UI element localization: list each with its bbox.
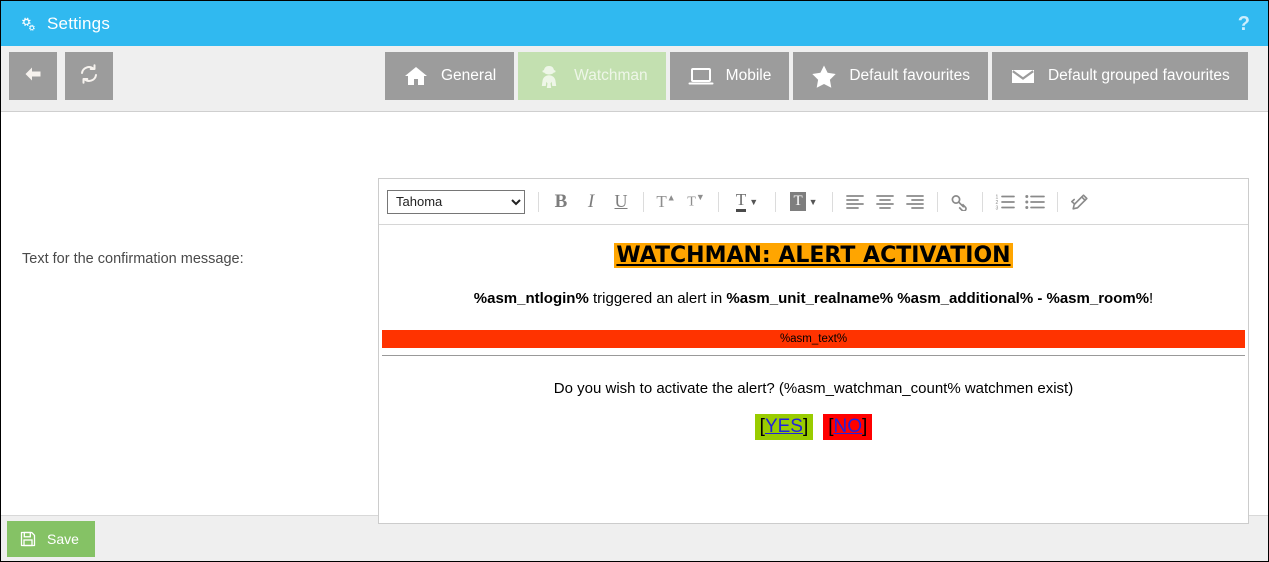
align-right-button[interactable] <box>900 187 930 217</box>
tab-general-label: General <box>441 67 497 84</box>
document-alert-line: %asm_ntlogin% triggered an alert in %asm… <box>381 290 1246 307</box>
window-title: Settings <box>47 13 111 33</box>
editor-content-area[interactable]: WATCHMAN: ALERT ACTIVATION %asm_ntlogin%… <box>379 225 1248 523</box>
bullet-list-icon <box>1025 194 1045 209</box>
tab-default-favourites[interactable]: Default favourites <box>793 52 988 100</box>
align-right-icon <box>906 194 924 209</box>
save-button-label: Save <box>47 531 79 547</box>
yes-link[interactable]: YES <box>765 416 803 437</box>
underline-button[interactable]: U <box>606 187 636 217</box>
action-toolbar: General Watchman Mobile Default favourit… <box>1 46 1268 112</box>
font-family-select[interactable]: Tahoma <box>387 189 525 214</box>
subscript-icon: T▼ <box>687 192 705 210</box>
clean-format-button[interactable] <box>1065 187 1095 217</box>
highlight-color-button[interactable]: T ▼ <box>783 187 825 217</box>
placeholder-unit-details: %asm_unit_realname% %asm_additional% - %… <box>726 290 1150 307</box>
spy-icon <box>536 63 562 89</box>
alert-text-bar: %asm_text% <box>382 330 1245 348</box>
tab-default-grouped-favourites-label: Default grouped favourites <box>1047 67 1230 84</box>
settings-tabs: General Watchman Mobile Default favourit… <box>385 52 1248 100</box>
numbered-list-icon: 1 2 3 <box>996 194 1015 210</box>
toolbar-divider <box>832 191 833 212</box>
rich-text-editor: Tahoma B I U T▲ T▼ T ▼ T ▼ 1 2 3 WATCHMA… <box>378 178 1249 524</box>
toolbar-divider <box>643 191 644 212</box>
document-title: WATCHMAN: ALERT ACTIVATION <box>381 243 1246 268</box>
refresh-icon <box>77 62 101 91</box>
tab-mobile-label: Mobile <box>725 67 772 84</box>
settings-body: Text for the confirmation message: Tahom… <box>1 112 1268 524</box>
envelope-icon <box>1010 63 1036 89</box>
link-button[interactable] <box>945 187 975 217</box>
floppy-disk-icon <box>19 530 37 548</box>
toolbar-divider <box>937 191 938 212</box>
superscript-icon: T▲ <box>656 191 676 211</box>
underline-icon: U <box>614 191 628 211</box>
unordered-list-button[interactable] <box>1020 187 1050 217</box>
tab-watchman-label: Watchman <box>574 67 648 84</box>
align-center-button[interactable] <box>870 187 900 217</box>
yes-button[interactable]: [YES] <box>754 414 814 440</box>
laptop-icon <box>688 63 714 89</box>
tab-general[interactable]: General <box>385 52 515 100</box>
chevron-down-icon: ▼ <box>749 196 759 207</box>
toolbar-divider <box>775 191 776 212</box>
yes-bracket-close: ] <box>802 416 809 437</box>
no-bracket-close: ] <box>862 416 868 437</box>
toolbar-divider <box>538 191 539 212</box>
document-title-text: WATCHMAN: ALERT ACTIVATION <box>614 243 1013 268</box>
gears-icon <box>17 14 37 34</box>
tab-default-grouped-favourites[interactable]: Default grouped favourites <box>991 52 1248 100</box>
pencil-code-icon <box>1071 193 1088 210</box>
star-icon <box>811 63 837 89</box>
chevron-down-icon: ▼ <box>808 196 818 207</box>
toolbar-divider <box>718 191 719 212</box>
tab-watchman[interactable]: Watchman <box>518 52 666 100</box>
editor-toolbar: Tahoma B I U T▲ T▼ T ▼ T ▼ 1 2 3 <box>379 179 1248 225</box>
tab-mobile[interactable]: Mobile <box>669 52 790 100</box>
bold-icon: B <box>554 190 568 212</box>
text-color-icon: T <box>735 191 747 212</box>
document-divider <box>382 355 1245 356</box>
highlight-color-icon: T <box>790 192 806 211</box>
placeholder-ntlogin: %asm_ntlogin% <box>473 290 589 307</box>
alert-line-middle: triggered an alert in <box>588 290 727 307</box>
no-link[interactable]: NO <box>834 416 863 437</box>
align-left-icon <box>846 194 864 209</box>
toolbar-divider <box>982 191 983 212</box>
italic-button[interactable]: I <box>576 187 606 217</box>
document-question: Do you wish to activate the alert? (%asm… <box>553 380 1074 397</box>
alert-line-exclamation: ! <box>1149 290 1154 307</box>
title-bar: Settings ? <box>1 1 1268 46</box>
text-color-button[interactable]: T ▼ <box>726 187 768 217</box>
home-icon <box>403 63 429 89</box>
arrow-left-icon <box>21 62 45 91</box>
save-button[interactable]: Save <box>7 521 95 557</box>
confirmation-message-label: Text for the confirmation message: <box>22 251 244 267</box>
superscript-button[interactable]: T▲ <box>651 187 681 217</box>
refresh-button[interactable] <box>65 52 113 100</box>
help-icon[interactable]: ? <box>1238 14 1250 34</box>
italic-icon: I <box>587 190 595 212</box>
align-left-button[interactable] <box>840 187 870 217</box>
align-center-icon <box>876 194 894 209</box>
bold-button[interactable]: B <box>546 187 576 217</box>
subscript-button[interactable]: T▼ <box>681 187 711 217</box>
ordered-list-button[interactable]: 1 2 3 <box>990 187 1020 217</box>
toolbar-divider <box>1057 191 1058 212</box>
tab-default-favourites-label: Default favourites <box>849 67 970 84</box>
chain-link-icon <box>951 194 967 211</box>
document-answer-buttons: [YES] [NO] <box>381 414 1246 440</box>
settings-window: Settings ? General Watchman Mobile Defau… <box>0 0 1269 562</box>
svg-text:3: 3 <box>996 205 999 210</box>
no-button[interactable]: [NO] <box>823 414 873 440</box>
back-button[interactable] <box>9 52 57 100</box>
